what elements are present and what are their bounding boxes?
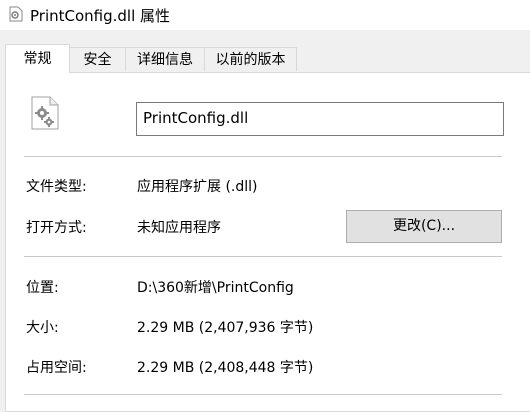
file-type-value: 应用程序扩展 (.dll): [137, 179, 258, 195]
window-title: PrintConfig.dll 属性: [30, 7, 171, 25]
tab-general[interactable]: 常规: [5, 44, 70, 73]
gear-file-icon: [9, 6, 23, 22]
file-name-input[interactable]: PrintConfig.dll: [136, 102, 504, 136]
tab-strip: 常规 安全 详细信息 以前的版本: [0, 44, 530, 73]
change-button[interactable]: 更改(C)...: [346, 210, 502, 243]
file-type-label: 文件类型:: [26, 179, 87, 195]
tab-details[interactable]: 详细信息: [125, 47, 205, 71]
size-label: 大小:: [26, 320, 59, 336]
tab-previous-versions[interactable]: 以前的版本: [204, 47, 297, 71]
opens-with-value: 未知应用程序: [137, 220, 221, 236]
location-value: D:\360新增\PrintConfig: [137, 280, 294, 296]
title-bar: PrintConfig.dll 属性: [0, 0, 530, 30]
opens-with-label: 打开方式:: [26, 220, 87, 236]
dll-gear-file-icon: [31, 96, 59, 130]
tab-security[interactable]: 安全: [69, 47, 126, 71]
size-value: 2.29 MB (2,407,936 字节): [137, 320, 314, 336]
location-label: 位置:: [26, 280, 59, 296]
size-on-disk-label: 占用空间:: [26, 360, 87, 376]
divider: [24, 256, 502, 257]
size-on-disk-value: 2.29 MB (2,408,448 字节): [137, 360, 314, 376]
divider: [24, 156, 502, 157]
divider: [24, 394, 502, 395]
